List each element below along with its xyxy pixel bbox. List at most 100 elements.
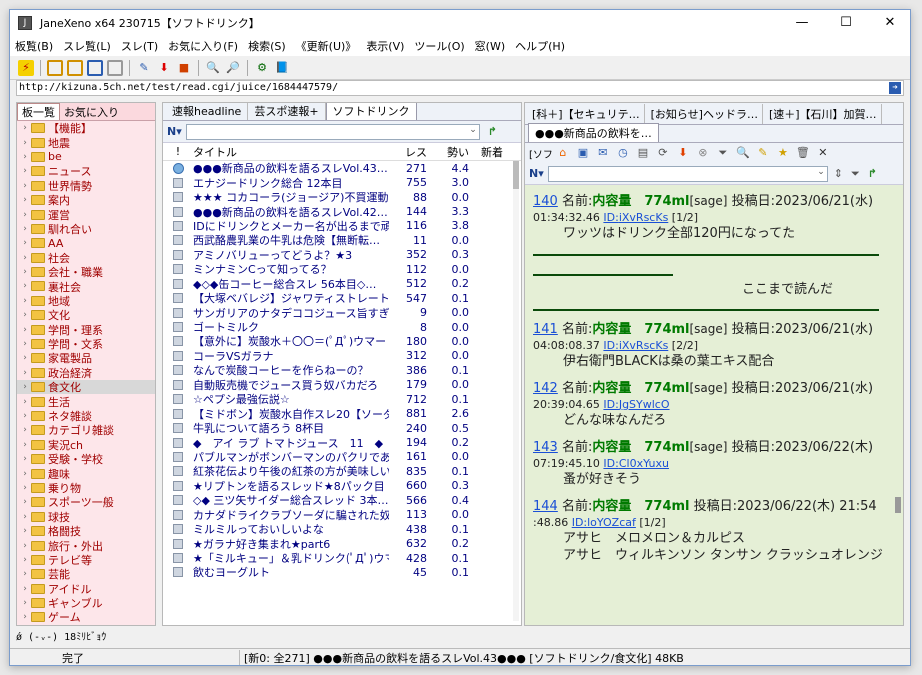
column-mark[interactable]: ! xyxy=(163,145,193,158)
column-ikioi[interactable]: 勢い xyxy=(433,144,473,160)
chevron-right-icon[interactable]: › xyxy=(19,526,31,536)
book-icon[interactable]: 📘 xyxy=(274,60,290,76)
post-id-link[interactable]: ID:Cl0xYuxu xyxy=(603,457,669,470)
tab-board[interactable]: ソフトドリンク xyxy=(325,103,417,120)
tree-item[interactable]: › 学問・理系 xyxy=(17,322,155,337)
tab-favorites[interactable]: お気に入り xyxy=(60,104,123,120)
column-new[interactable]: 新着 xyxy=(473,144,513,160)
table-row[interactable]: ★「ミルキュー」＆乳ドリンク(ﾟДﾟ)ウマー ★4280.1 xyxy=(163,551,521,565)
table-row[interactable]: ★リプトンを語るスレッド★8パック目 660 0.3 xyxy=(163,479,521,493)
down-arrow-icon[interactable]: ⬇ xyxy=(156,60,172,76)
table-row[interactable]: エナジードリンク総合 12本目 755 3.0 xyxy=(163,175,521,190)
tree-item[interactable]: › 生活 xyxy=(17,394,155,409)
post-number-link[interactable]: 140 xyxy=(533,194,558,209)
chevron-right-icon[interactable]: › xyxy=(19,138,31,148)
chevron-right-icon[interactable]: › xyxy=(19,195,31,205)
spinner-icon[interactable]: ⇕ xyxy=(834,167,843,180)
down-arrow-icon[interactable]: ⬇ xyxy=(675,145,691,161)
chevron-right-icon[interactable]: › xyxy=(19,210,31,220)
filter-icon[interactable]: ⏷ xyxy=(715,145,731,161)
menu-item[interactable]: 板覧(B) xyxy=(10,38,58,54)
chevron-right-icon[interactable]: › xyxy=(19,397,31,407)
tab-board[interactable]: 芸スポ速報+ xyxy=(248,103,326,120)
table-row[interactable]: コーラVSガラナ 312 0.0 xyxy=(163,349,521,363)
stop-icon[interactable]: ■ xyxy=(176,60,192,76)
chevron-right-icon[interactable]: › xyxy=(19,612,31,622)
close-icon[interactable]: ✕ xyxy=(815,145,831,161)
table-row[interactable]: 紅茶花伝より午後の紅茶の方が美味しい 835 0.1 xyxy=(163,464,521,478)
tab-thread[interactable]: [科＋]【セキュリテ… xyxy=(528,103,645,124)
pencil-icon[interactable]: ✎ xyxy=(136,60,152,76)
image-icon[interactable]: ▣ xyxy=(575,145,591,161)
go-arrow-icon[interactable]: ➜ xyxy=(889,82,901,94)
chevron-right-icon[interactable]: › xyxy=(19,123,31,133)
tree-item[interactable]: › ニュース xyxy=(17,164,155,178)
post-number-link[interactable]: 142 xyxy=(533,381,558,396)
menu-item[interactable]: スレ(T) xyxy=(116,38,163,54)
chevron-down-icon[interactable]: ⌄ xyxy=(817,167,825,177)
tree-item[interactable]: › 【機能】 xyxy=(17,121,155,135)
table-row[interactable]: なんで炭酸コーヒーを作らねーの？ 386 0.1 xyxy=(163,363,521,377)
minimize-button[interactable]: — xyxy=(780,10,824,36)
tree-item[interactable]: › 受験・学校 xyxy=(17,452,155,466)
chevron-right-icon[interactable]: › xyxy=(19,411,31,421)
chevron-down-icon[interactable]: ⌄ xyxy=(469,125,477,135)
menu-item[interactable]: 検索(S) xyxy=(243,38,291,54)
tree-item[interactable]: › テレビ等 xyxy=(17,553,155,567)
tab-board[interactable]: 速報headline xyxy=(166,103,249,120)
thread-view-filter-input[interactable]: ⌄ xyxy=(547,165,828,182)
table-row[interactable]: IDにドリンクとメーカー名が出るまで頑張る…1163.8 xyxy=(163,219,521,233)
tree-item[interactable]: › 家電製品 xyxy=(17,351,155,365)
thread-list-scrollbar[interactable] xyxy=(513,161,519,621)
chevron-right-icon[interactable]: › xyxy=(19,425,31,435)
menu-item[interactable]: ヘルプ(H) xyxy=(510,38,570,54)
chevron-right-icon[interactable]: › xyxy=(19,166,31,176)
post-id-link[interactable]: ID:JgSYwlcO xyxy=(603,398,669,411)
tree-item[interactable]: › be xyxy=(17,150,155,164)
tree-item[interactable]: › 球技 xyxy=(17,510,155,524)
menu-item[interactable]: ツール(O) xyxy=(409,38,469,54)
layout-split-icon[interactable] xyxy=(67,59,83,76)
chevron-right-icon[interactable]: › xyxy=(19,238,31,248)
layout-pane-icon[interactable] xyxy=(47,59,63,76)
tree-item[interactable]: › スポーツ一般 xyxy=(17,495,155,509)
table-row[interactable]: 西武酪農乳業の牛乳は危険【無断転… 11 0.0 xyxy=(163,233,521,247)
table-row[interactable]: ミンナミンCって知ってる？ 112 0.0 xyxy=(163,262,521,276)
maximize-button[interactable]: ☐ xyxy=(824,10,868,36)
tree-item[interactable]: › 世界情勢 xyxy=(17,179,155,193)
chevron-right-icon[interactable]: › xyxy=(19,152,31,162)
search-icon[interactable]: 🔍 xyxy=(205,60,221,76)
table-row[interactable]: ◇◆ 三ツ矢サイダー総合スレッド 3本… 566 0.4 xyxy=(163,493,521,507)
chevron-right-icon[interactable]: › xyxy=(19,325,31,335)
post-number-link[interactable]: 144 xyxy=(533,499,558,514)
tree-item[interactable]: › ギャンブル xyxy=(17,596,155,610)
search-thread-icon[interactable]: 🔎 xyxy=(225,60,241,76)
post-id-link[interactable]: ID:iXvRscKs xyxy=(603,211,668,224)
table-row[interactable]: カナダドライクラブソーダに騙された奴の数…1130.0 xyxy=(163,508,521,522)
thread-filter-input[interactable]: ⌄ xyxy=(185,123,480,140)
tab-board-list[interactable]: 板一覧 xyxy=(17,103,60,120)
chevron-right-icon[interactable]: › xyxy=(19,181,31,191)
tree-item[interactable]: › ネタ雑談 xyxy=(17,409,155,423)
chevron-right-icon[interactable]: › xyxy=(19,440,31,450)
tree-item[interactable]: › 趣味 xyxy=(17,466,155,481)
stop-icon[interactable]: ⊗ xyxy=(695,145,711,161)
column-title[interactable]: タイトル xyxy=(193,144,389,160)
search-icon[interactable]: 🔍 xyxy=(735,145,751,161)
home-icon[interactable]: ⌂ xyxy=(555,145,571,161)
layout-three-pane-icon[interactable] xyxy=(87,59,103,76)
tree-item[interactable]: › ゲーム xyxy=(17,610,155,624)
table-row[interactable]: 牛乳について語ろう 8杯目 240 0.5 xyxy=(163,421,521,435)
tree-item[interactable]: › カテゴリ雑談 xyxy=(17,423,155,437)
tree-item[interactable]: › 芸能 xyxy=(17,567,155,581)
column-res[interactable]: レス xyxy=(389,144,433,160)
address-bar[interactable]: http://kizuna.5ch.net/test/read.cgi/juic… xyxy=(16,80,904,96)
pencil-icon[interactable]: ✎ xyxy=(755,145,771,161)
table-row[interactable]: ◆◇◆缶コーヒー総合スレ 56本目◇… 512 0.2 xyxy=(163,277,521,291)
tree-item[interactable]: › 乗り物 xyxy=(17,481,155,495)
chevron-right-icon[interactable]: › xyxy=(19,224,31,234)
document-icon[interactable]: ▤ xyxy=(635,145,651,161)
tree-item[interactable]: › 裏社会 xyxy=(17,279,155,294)
post-number-link[interactable]: 143 xyxy=(533,440,558,455)
tab-thread[interactable]: [お知らせ]ヘッドラ… xyxy=(647,103,763,124)
